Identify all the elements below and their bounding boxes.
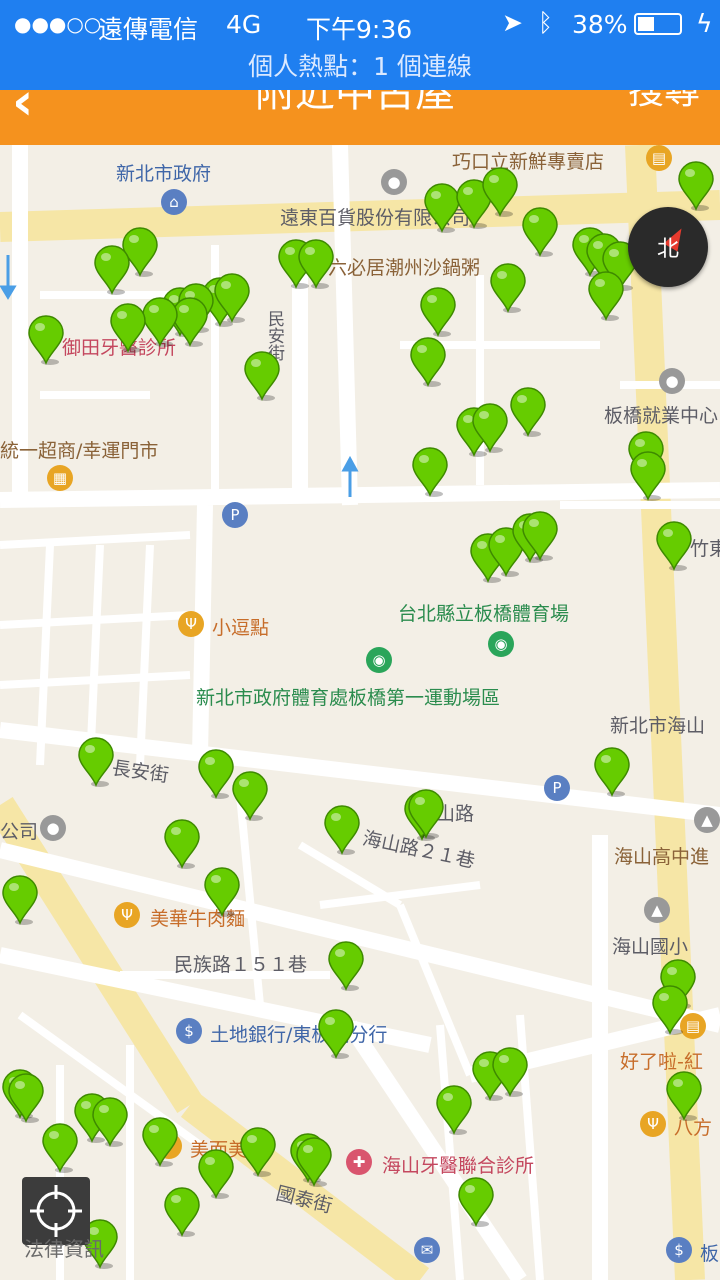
label-fresh: 巧口立新鮮專賣店 bbox=[452, 151, 605, 173]
label-haishan-area: 新北市海山 bbox=[610, 715, 706, 737]
school-icon[interactable]: ▲ bbox=[694, 807, 720, 833]
label-ban: 板 bbox=[700, 1243, 720, 1265]
listing-pin-icon[interactable] bbox=[40, 1121, 80, 1173]
convenience-store-icon[interactable]: ▦ bbox=[47, 465, 73, 491]
listing-pin-icon[interactable] bbox=[676, 159, 716, 211]
listing-pin-icon[interactable] bbox=[322, 803, 362, 855]
label-employment: 板橋就業中心 bbox=[604, 405, 719, 427]
map-view[interactable]: 新北市政府 ⌂ 巧口立新鮮專賣店 ▤ ● 遠東百貨股份有限公司 六必居潮州沙鍋粥… bbox=[0, 145, 720, 1280]
listing-pin-icon[interactable] bbox=[162, 817, 202, 869]
listing-pin-icon[interactable] bbox=[654, 519, 694, 571]
label-gym: 台北縣立板橋體育場 bbox=[398, 603, 570, 625]
place-dot-icon[interactable]: ● bbox=[381, 169, 407, 195]
parking-icon[interactable]: P bbox=[222, 502, 248, 528]
listing-pin-icon[interactable] bbox=[90, 1095, 130, 1147]
listing-pin-icon[interactable] bbox=[316, 1007, 356, 1059]
listing-pin-icon[interactable] bbox=[230, 769, 270, 821]
label-hotpot: 六必居潮州沙鍋粥 bbox=[328, 257, 481, 279]
bank-icon[interactable]: $ bbox=[666, 1237, 692, 1263]
listing-pin-icon[interactable] bbox=[162, 1185, 202, 1237]
bluetooth-icon: ᛒ bbox=[538, 8, 554, 37]
listing-pin-icon[interactable] bbox=[0, 873, 40, 925]
listing-pin-icon[interactable] bbox=[296, 237, 336, 289]
post-office-icon[interactable]: ✉ bbox=[414, 1237, 440, 1263]
label-haishan-dental: 海山牙醫聯合診所 bbox=[382, 1155, 535, 1177]
label-xiaodou: 小逗點 bbox=[212, 617, 270, 639]
listing-pin-icon[interactable] bbox=[520, 509, 560, 561]
carrier-name: 遠傳電信 bbox=[98, 15, 199, 44]
label-company: 公司 bbox=[0, 821, 39, 843]
listing-pin-icon[interactable] bbox=[434, 1083, 474, 1135]
listing-pin-icon[interactable] bbox=[196, 1147, 236, 1199]
school-icon[interactable]: ▲ bbox=[644, 897, 670, 923]
legal-info-link[interactable]: 法律資訊 bbox=[24, 1233, 104, 1262]
listing-pin-icon[interactable] bbox=[418, 285, 458, 337]
compass-north-label: 北 bbox=[656, 237, 679, 262]
listing-pin-icon[interactable] bbox=[480, 165, 520, 217]
listing-pin-icon[interactable] bbox=[76, 735, 116, 787]
nav-title[interactable]: 附近中古屋▾ bbox=[0, 90, 720, 118]
parking-icon[interactable]: P bbox=[544, 775, 570, 801]
battery-icon bbox=[634, 13, 682, 35]
listing-pin-icon[interactable] bbox=[140, 1115, 180, 1167]
listing-pin-icon[interactable] bbox=[592, 745, 632, 797]
label-haishan-elem: 海山國小 bbox=[612, 936, 689, 958]
listing-pin-icon[interactable] bbox=[202, 865, 242, 917]
listing-pin-icon[interactable] bbox=[238, 1125, 278, 1177]
listing-pin-icon[interactable] bbox=[26, 313, 66, 365]
listing-pin-icon[interactable] bbox=[664, 1069, 704, 1121]
battery-percent: 38% bbox=[572, 10, 628, 39]
nav-title-text: 附近中古屋 bbox=[254, 90, 455, 116]
government-icon[interactable]: ⌂ bbox=[161, 189, 187, 215]
listing-pin-icon[interactable] bbox=[410, 445, 450, 497]
listing-pin-icon[interactable] bbox=[408, 335, 448, 387]
listing-pin-icon[interactable] bbox=[650, 983, 690, 1035]
listing-pin-icon[interactable] bbox=[470, 401, 510, 453]
label-sports-field: 新北市政府體育處板橋第一運動場區 bbox=[196, 687, 501, 709]
listing-pin-icon[interactable] bbox=[92, 243, 132, 295]
network-type: 4G bbox=[226, 10, 262, 39]
nav-bar: ‹ 附近中古屋▾ 搜尋 bbox=[0, 90, 720, 145]
label-gov: 新北市政府 bbox=[116, 163, 212, 185]
listing-pin-icon[interactable] bbox=[490, 1045, 530, 1097]
listing-pin-icon[interactable] bbox=[586, 269, 626, 321]
listing-pin-icon[interactable] bbox=[108, 301, 148, 353]
listing-pin-icon[interactable] bbox=[488, 261, 528, 313]
place-dot-icon[interactable]: ● bbox=[40, 815, 66, 841]
listing-pin-icon[interactable] bbox=[242, 349, 282, 401]
listing-pin-icon[interactable] bbox=[212, 271, 252, 323]
search-button[interactable]: 搜尋 bbox=[628, 90, 700, 114]
listing-pin-icon[interactable] bbox=[520, 205, 560, 257]
label-land-bank: 土地銀行/東板橋分行 bbox=[210, 1024, 388, 1046]
bank-icon[interactable]: $ bbox=[176, 1018, 202, 1044]
listing-pin-icon[interactable] bbox=[508, 385, 548, 437]
restaurant-icon[interactable]: Ψ bbox=[178, 611, 204, 637]
label-zhudong: 竹東 bbox=[690, 538, 720, 560]
restaurant-icon[interactable]: Ψ bbox=[114, 902, 140, 928]
label-haishan-high: 海山高中進 bbox=[614, 846, 710, 868]
hotspot-banner[interactable]: 個人熱點：1 個連線 bbox=[0, 50, 720, 90]
signal-strength: ●●●○○ bbox=[14, 12, 102, 36]
restaurant-icon[interactable]: Ψ bbox=[640, 1111, 666, 1137]
stadium-icon[interactable]: ◉ bbox=[366, 647, 392, 673]
listing-pin-icon[interactable] bbox=[326, 939, 366, 991]
listing-pin-icon[interactable] bbox=[628, 449, 668, 501]
listing-pin-icon[interactable] bbox=[406, 787, 446, 839]
place-dot-icon[interactable]: ● bbox=[659, 368, 685, 394]
label-minzu-lane: 民族路１５１巷 bbox=[174, 954, 308, 976]
stadium-icon[interactable]: ◉ bbox=[488, 631, 514, 657]
charging-bolt-icon: ϟ bbox=[696, 9, 713, 38]
location-arrow-icon: ➤ bbox=[502, 8, 523, 37]
listing-pin-icon[interactable] bbox=[6, 1071, 46, 1123]
label-seven-eleven: 統一超商/幸運門市 bbox=[0, 440, 159, 462]
clock: 下午9:36 bbox=[306, 15, 413, 44]
listing-pin-icon[interactable] bbox=[456, 1175, 496, 1227]
listing-pin-icon[interactable] bbox=[294, 1135, 334, 1187]
dental-clinic-icon[interactable]: ✚ bbox=[346, 1149, 372, 1175]
shopping-basket-icon[interactable]: ▤ bbox=[646, 145, 672, 171]
compass-button[interactable]: 北 bbox=[628, 207, 708, 287]
status-bar: ●●●○○ 遠傳電信 4G 下午9:36 ➤ ᛒ 38% ϟ bbox=[0, 0, 720, 50]
